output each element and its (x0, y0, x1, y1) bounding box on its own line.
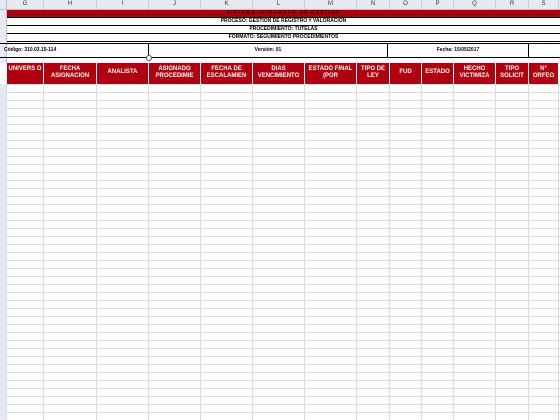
column-header-k[interactable]: K (201, 0, 253, 9)
grid-row-line (7, 100, 560, 101)
column-header-q[interactable]: Q (454, 0, 496, 9)
grid-row-line (7, 196, 560, 197)
grid-row-line (7, 124, 560, 125)
grid-row-line (7, 220, 560, 221)
header-hecho-victimizante[interactable]: HECHO VICTIMIZA (454, 63, 496, 84)
grid-row-line (7, 340, 560, 341)
grid-row-line (7, 364, 560, 365)
column-header-j[interactable]: J (149, 0, 201, 9)
column-header-p[interactable]: P (422, 0, 454, 9)
column-header-h[interactable]: H (44, 0, 97, 9)
grid-row-line (7, 372, 560, 373)
system-title-banner: SISTEMA INTEGRADO DE GESTION (7, 10, 560, 18)
table-header-row: UNIVERS O FECHA ASIGNACION ANALISTA ASIG… (0, 63, 560, 84)
grid-row-line (7, 300, 560, 301)
grid-row-line (7, 156, 560, 157)
grid-row-line (7, 228, 560, 229)
grid-row-line (7, 292, 560, 293)
procedimiento-line: PROCEDIMIENTO: TUTELAS (7, 26, 560, 34)
column-header-n[interactable]: N (357, 0, 390, 9)
grid-row-line (7, 244, 560, 245)
column-header-r[interactable]: R (496, 0, 529, 9)
grid-row-line (7, 324, 560, 325)
header-asignado-procedimiento[interactable]: ASIGNADO PROCEDIMIE (149, 63, 201, 84)
document-meta-row: Código: 310.03.15-114 Versión: 01 Fecha:… (0, 43, 560, 58)
column-header-l[interactable]: L (253, 0, 305, 9)
header-fud[interactable]: FUD (390, 63, 422, 84)
column-header-g[interactable]: G (7, 0, 44, 9)
header-estado[interactable]: ESTADO (422, 63, 454, 84)
codigo-cell[interactable]: Código: 310.03.15-114 (4, 44, 149, 57)
header-analista[interactable]: ANALISTA (97, 63, 149, 84)
grid-row-line (7, 316, 560, 317)
grid-row-line (7, 332, 560, 333)
header-estado-final[interactable]: ESTADO FINAL (POR (305, 63, 357, 84)
grid-row-line (7, 308, 560, 309)
grid-row-line (7, 212, 560, 213)
grid-row-line (7, 348, 560, 349)
header-numero-orfeo[interactable]: N° ORFEO (529, 63, 559, 84)
grid-row-line (7, 276, 560, 277)
grid-row-line (7, 204, 560, 205)
grid-row-line (7, 268, 560, 269)
header-fecha-escalamiento[interactable]: FECHA DE ESCALAMIEN (201, 63, 253, 84)
grid-row-line (7, 396, 560, 397)
grid-row-line (7, 92, 560, 93)
header-universo[interactable]: UNIVERS O (7, 63, 44, 84)
formato-line: FORMATO: SEGUIMIENTO PROCEDIMIENTOS (7, 34, 560, 42)
grid-row-line (7, 380, 560, 381)
column-header-bar: G H I J K L M N O P Q R S (0, 0, 560, 10)
grid-row-line (7, 284, 560, 285)
grid-row-line (7, 84, 560, 85)
fecha-cell[interactable]: Fecha: 15/05/2017 (387, 44, 529, 57)
grid-row-line (7, 180, 560, 181)
header-dias-vencimiento[interactable]: DIAS VENCIMIENTO (253, 63, 305, 84)
header-fecha-asignacion[interactable]: FECHA ASIGNACION (44, 63, 97, 84)
grid-row-line (7, 252, 560, 253)
grid-row-line (7, 260, 560, 261)
column-header-s[interactable]: S (529, 0, 559, 9)
grid-row-line (7, 108, 560, 109)
grid-row-line (7, 132, 560, 133)
column-header-o[interactable]: O (390, 0, 422, 9)
grid-row-line (7, 148, 560, 149)
header-tipo-ley[interactable]: TIPO DE LEY (357, 63, 390, 84)
grid-row-line (7, 404, 560, 405)
grid-row-line (7, 188, 560, 189)
grid-row-line (7, 412, 560, 413)
grid-row-line (7, 164, 560, 165)
column-header-m[interactable]: M (305, 0, 357, 9)
row-stub (0, 63, 7, 84)
grid-row-line (7, 116, 560, 117)
select-all-corner[interactable] (0, 0, 7, 9)
version-cell[interactable]: Versión: 01 (148, 44, 387, 57)
grid-row-line (7, 236, 560, 237)
grid-row-line (7, 172, 560, 173)
cell-grid[interactable] (0, 84, 560, 420)
grid-row-line (7, 140, 560, 141)
grid-row-line (7, 388, 560, 389)
grid-row-line (7, 356, 560, 357)
column-header-i[interactable]: I (97, 0, 149, 9)
proceso-line: PROCESO: GESTIÓN DE REGISTRO Y VALORACIÓ… (7, 18, 560, 26)
header-tipo-solicitud[interactable]: TIPO SOLICIT (496, 63, 529, 84)
